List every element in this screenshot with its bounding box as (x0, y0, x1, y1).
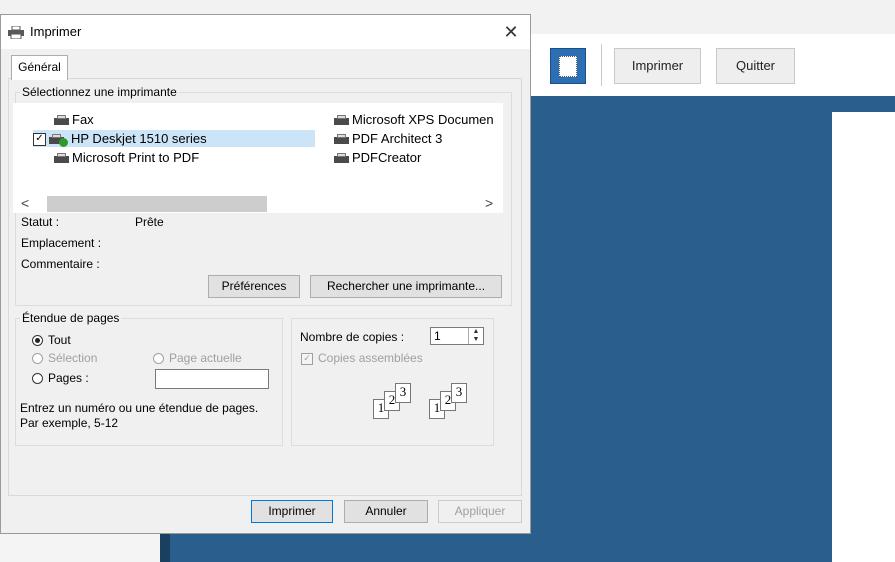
printer-microsoft-print-to-pdf[interactable]: Microsoft Print to PDF (53, 149, 199, 166)
printer-icon (333, 115, 350, 126)
default-printer-icon (59, 138, 68, 148)
print-button[interactable]: Imprimer (251, 500, 333, 523)
cancel-button[interactable]: Annuler (344, 500, 428, 523)
scrollbar-thumb[interactable] (47, 196, 267, 212)
toolbar-quit-button[interactable]: Quitter (716, 48, 795, 84)
printer-list-scrollbar[interactable]: < > (13, 195, 503, 213)
range-selection-radio[interactable]: Sélection (32, 351, 97, 365)
page-range-title: Étendue de pages (22, 311, 120, 325)
find-printer-button[interactable]: Rechercher une imprimante... (310, 275, 502, 298)
scroll-left-icon[interactable]: < (21, 195, 29, 211)
status-label: Statut : (21, 215, 60, 229)
page-preview (832, 112, 895, 562)
collate-icon: 1 2 3 (373, 383, 427, 423)
close-icon[interactable]: ✕ (496, 19, 526, 45)
preferences-button[interactable]: Préférences (208, 275, 300, 298)
selected-checkbox: ✓ (33, 133, 46, 147)
print-dialog: Imprimer ✕ Général Sélectionnez une impr… (0, 14, 531, 534)
printer-icon (333, 134, 350, 145)
printer-fax[interactable]: Fax (53, 111, 94, 128)
apply-button[interactable]: Appliquer (438, 500, 522, 523)
range-current-page-radio[interactable]: Page actuelle (153, 351, 242, 365)
comment-label: Commentaire : (21, 257, 100, 271)
stepper-arrows-icon[interactable]: ▲ ▼ (468, 328, 483, 344)
fax-icon (53, 115, 70, 126)
collate-icon: 1 2 3 (429, 383, 483, 423)
toolbar-print-button[interactable]: Imprimer (614, 48, 701, 84)
printer-microsoft-xps[interactable]: Microsoft XPS Documen (333, 111, 494, 128)
range-hint-line2: Par exemple, 5-12 (20, 416, 119, 430)
printer-icon (333, 153, 350, 164)
range-pages-radio[interactable]: Pages : (32, 371, 89, 385)
scroll-right-icon[interactable]: > (485, 195, 493, 211)
range-hint-line1: Entrez un numéro ou une étendue de pages… (20, 401, 259, 415)
page-layout-icon[interactable] (550, 48, 586, 84)
printer-hp-deskjet[interactable]: ✓ HP Deskjet 1510 series (33, 130, 315, 148)
copies-value[interactable]: 1 (434, 329, 441, 343)
toolbar-separator (601, 44, 602, 86)
printer-group-title: Sélectionnez une imprimante (22, 85, 177, 99)
range-all-radio[interactable]: Tout (32, 333, 71, 347)
dialog-title: Imprimer (30, 24, 82, 39)
copies-stepper[interactable]: 1 ▲ ▼ (430, 327, 484, 345)
location-label: Emplacement : (21, 236, 102, 250)
collate-check-icon: ✓ (301, 352, 313, 365)
dialog-titlebar: Imprimer ✕ (1, 15, 530, 49)
pages-input[interactable] (155, 369, 269, 389)
printer-icon (53, 153, 70, 164)
status-value: Prête (135, 215, 164, 229)
printer-icon (8, 26, 24, 39)
printer-list[interactable]: Fax ✓ HP Deskjet 1510 series Microsoft Pr… (13, 103, 503, 195)
collate-checkbox[interactable]: ✓ Copies assemblées (301, 351, 423, 365)
copies-label: Nombre de copies : (300, 330, 405, 344)
printer-pdf-architect[interactable]: PDF Architect 3 (333, 130, 442, 147)
printer-pdfcreator[interactable]: PDFCreator (333, 149, 421, 166)
tab-general[interactable]: Général (11, 55, 68, 80)
